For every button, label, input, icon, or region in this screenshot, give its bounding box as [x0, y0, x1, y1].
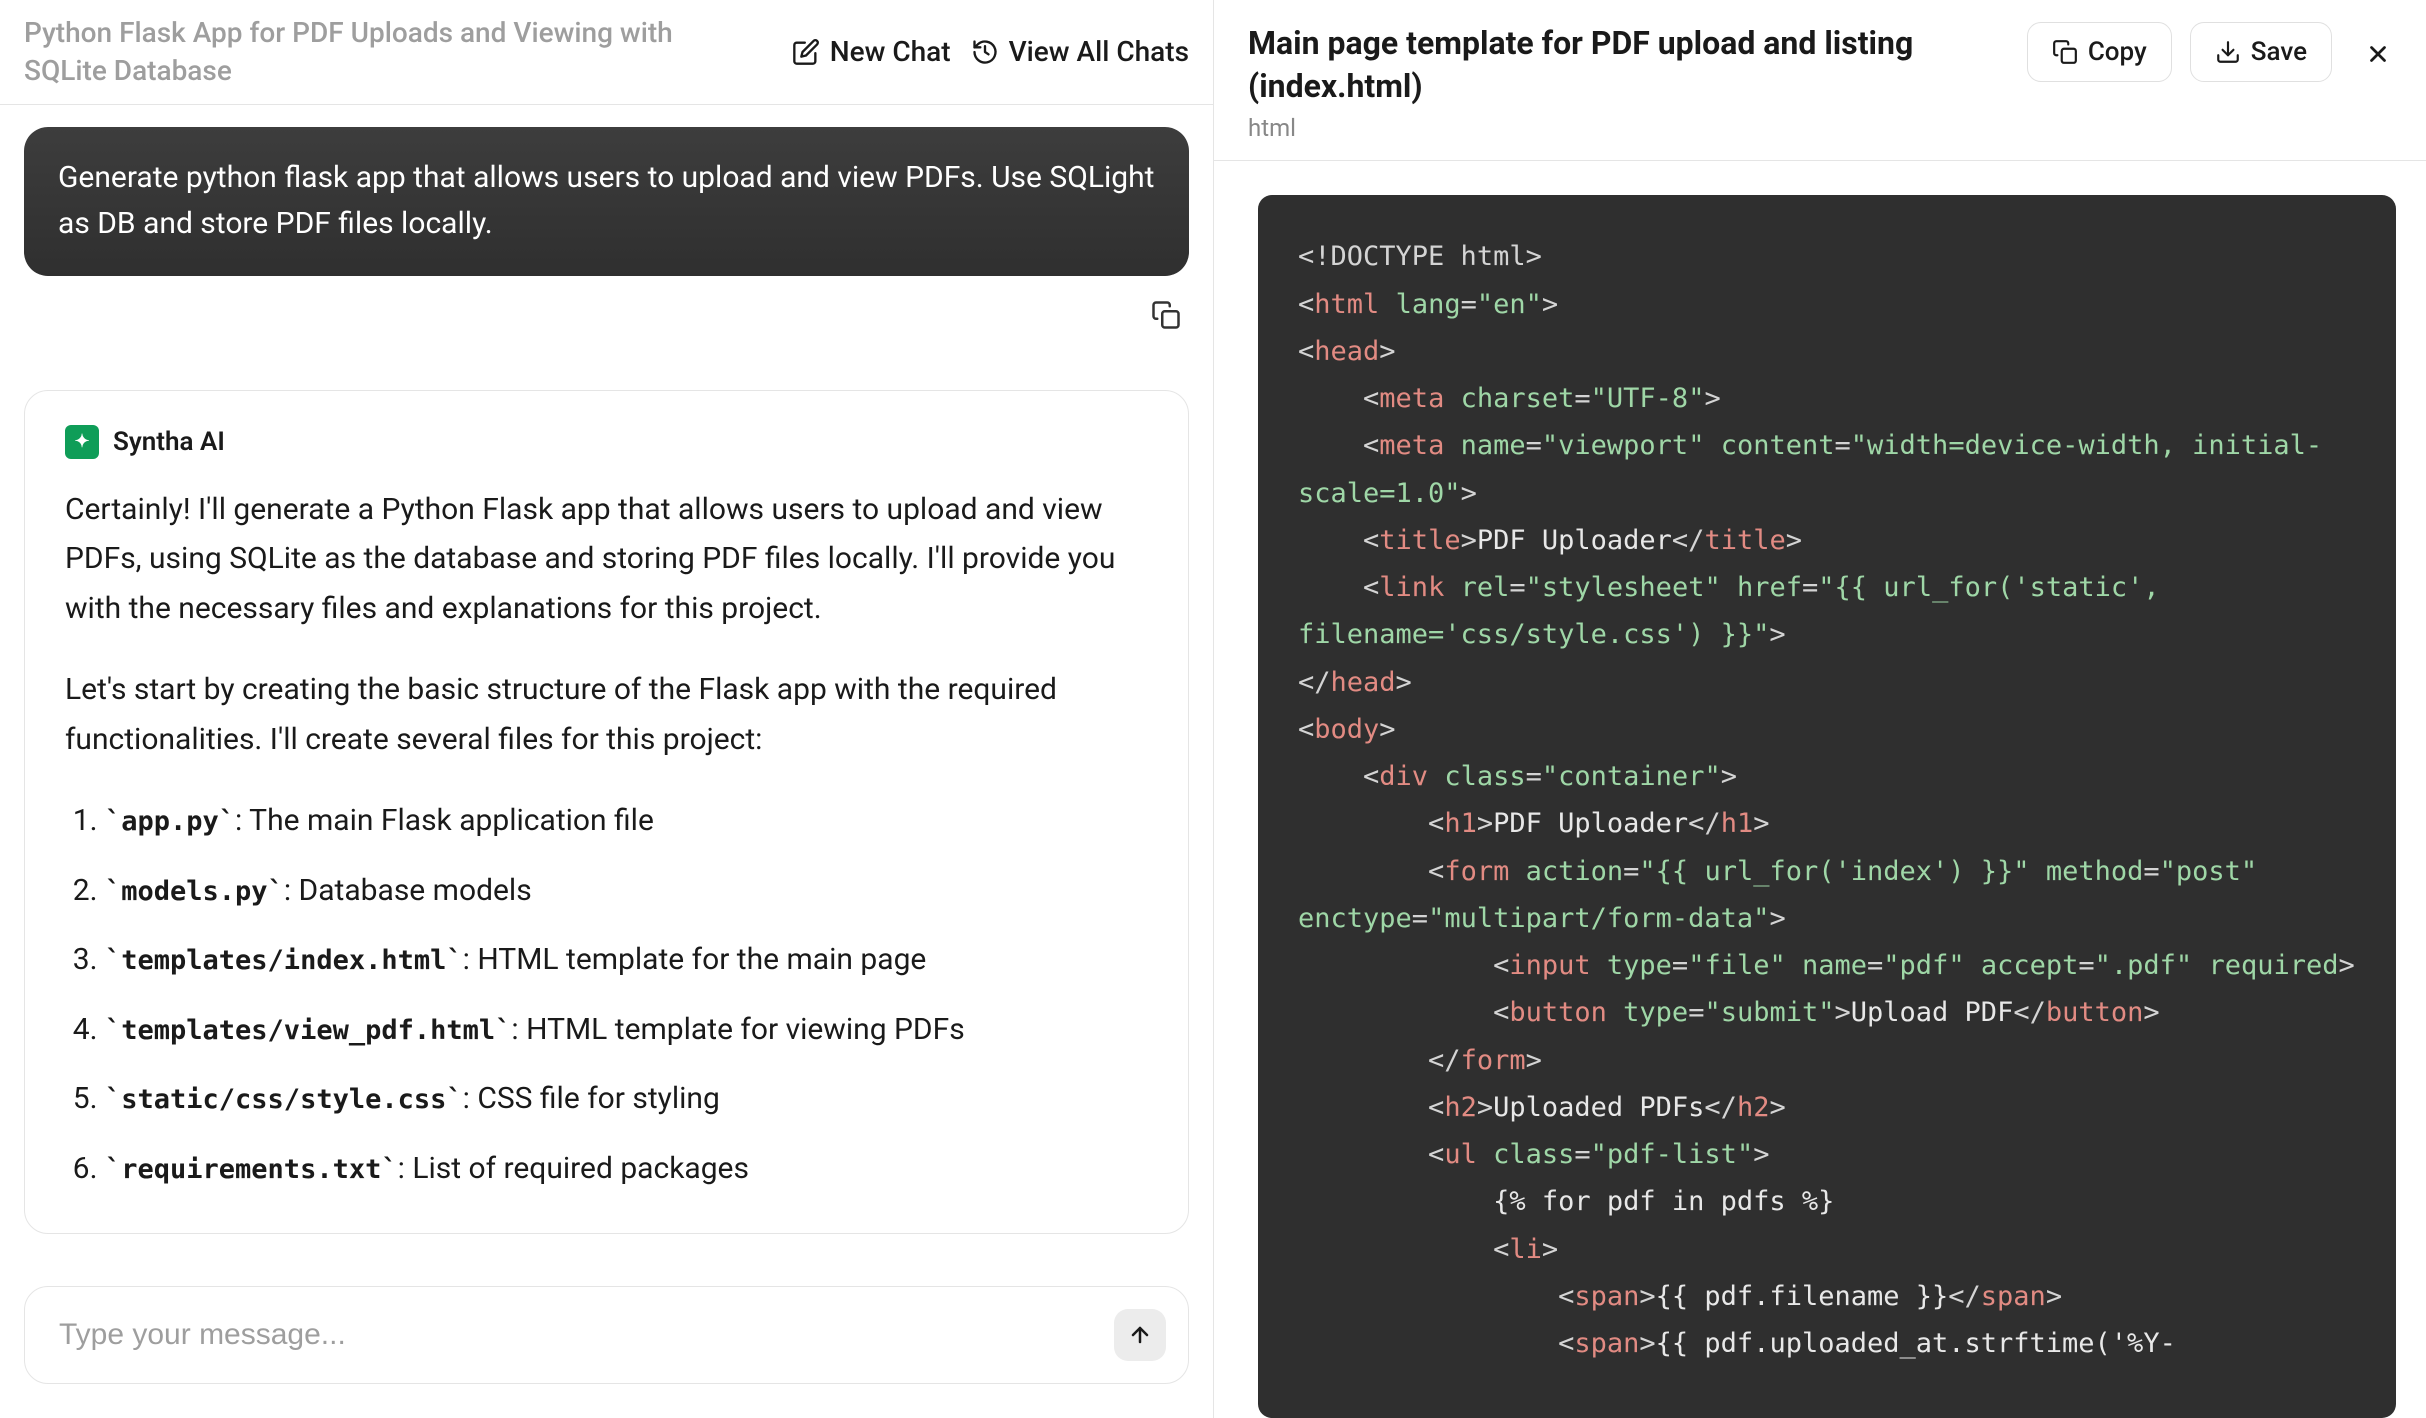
file-desc: : HTML template for viewing PDFs	[511, 1012, 964, 1047]
assistant-header: ✦ Syntha AI	[65, 425, 1148, 459]
history-icon	[971, 38, 999, 66]
chat-header: Python Flask App for PDF Uploads and Vie…	[0, 0, 1213, 105]
file-code: `requirements.txt`	[105, 1154, 398, 1185]
code-wrap: <!DOCTYPE html> <html lang="en"> <head> …	[1214, 161, 2426, 1418]
view-all-chats-label: View All Chats	[1009, 35, 1189, 68]
file-list-item: `templates/view_pdf.html`: HTML template…	[105, 1005, 1148, 1055]
chat-scroll[interactable]: Generate python flask app that allows us…	[0, 105, 1213, 1262]
code-block[interactable]: <!DOCTYPE html> <html lang="en"> <head> …	[1258, 195, 2396, 1418]
copy-button-label: Copy	[2088, 37, 2147, 67]
close-icon	[2365, 41, 2391, 67]
close-button[interactable]	[2358, 34, 2398, 74]
file-desc: : List of required packages	[398, 1151, 749, 1186]
copy-icon	[1151, 300, 1181, 330]
file-list-item: `app.py`: The main Flask application fil…	[105, 796, 1148, 846]
code-content: <!DOCTYPE html> <html lang="en"> <head> …	[1298, 233, 2356, 1367]
copy-icon	[2052, 39, 2078, 65]
send-button[interactable]	[1114, 1309, 1166, 1361]
file-code: `templates/view_pdf.html`	[105, 1015, 511, 1046]
message-input[interactable]	[59, 1318, 1098, 1352]
user-message: Generate python flask app that allows us…	[24, 127, 1189, 276]
file-desc: : Database models	[284, 873, 532, 908]
chat-title: Python Flask App for PDF Uploads and Vie…	[24, 14, 772, 90]
file-desc: : The main Flask application file	[235, 803, 654, 838]
download-icon	[2215, 39, 2241, 65]
artifact-title: Main page template for PDF upload and li…	[1248, 22, 2009, 108]
file-code: `app.py`	[105, 806, 235, 837]
new-chat-button[interactable]: New Chat	[792, 35, 951, 68]
file-list: `app.py`: The main Flask application fil…	[65, 796, 1148, 1193]
assistant-message: ✦ Syntha AI Certainly! I'll generate a P…	[24, 390, 1189, 1235]
file-list-item: `requirements.txt`: List of required pac…	[105, 1144, 1148, 1194]
file-desc: : CSS file for styling	[463, 1081, 720, 1116]
artifact-panel: Main page template for PDF upload and li…	[1214, 0, 2426, 1418]
chat-panel: Python Flask App for PDF Uploads and Vie…	[0, 0, 1214, 1418]
save-button-label: Save	[2251, 37, 2307, 67]
file-code: `static/css/style.css`	[105, 1084, 463, 1115]
file-list-item: `models.py`: Database models	[105, 866, 1148, 916]
assistant-para-2: Let's start by creating the basic struct…	[65, 665, 1148, 764]
assistant-para-1: Certainly! I'll generate a Python Flask …	[65, 485, 1148, 634]
artifact-header: Main page template for PDF upload and li…	[1214, 0, 2426, 161]
copy-user-message[interactable]	[24, 300, 1189, 330]
view-all-chats-button[interactable]: View All Chats	[971, 35, 1189, 68]
composer-wrap	[0, 1262, 1213, 1418]
pencil-square-icon	[792, 38, 820, 66]
artifact-language-label: html	[1248, 114, 2009, 142]
file-list-item: `templates/index.html`: HTML template fo…	[105, 935, 1148, 985]
save-button[interactable]: Save	[2190, 22, 2332, 82]
file-code: `templates/index.html`	[105, 945, 463, 976]
file-list-item: `static/css/style.css`: CSS file for sty…	[105, 1074, 1148, 1124]
file-desc: : HTML template for the main page	[463, 942, 927, 977]
assistant-name: Syntha AI	[113, 427, 225, 457]
assistant-body: Certainly! I'll generate a Python Flask …	[65, 485, 1148, 1194]
artifact-title-wrap: Main page template for PDF upload and li…	[1248, 22, 2009, 142]
new-chat-label: New Chat	[830, 35, 951, 68]
copy-button[interactable]: Copy	[2027, 22, 2172, 82]
composer	[24, 1286, 1189, 1384]
file-code: `models.py`	[105, 876, 284, 907]
assistant-avatar-icon: ✦	[65, 425, 99, 459]
arrow-up-icon	[1128, 1323, 1152, 1347]
